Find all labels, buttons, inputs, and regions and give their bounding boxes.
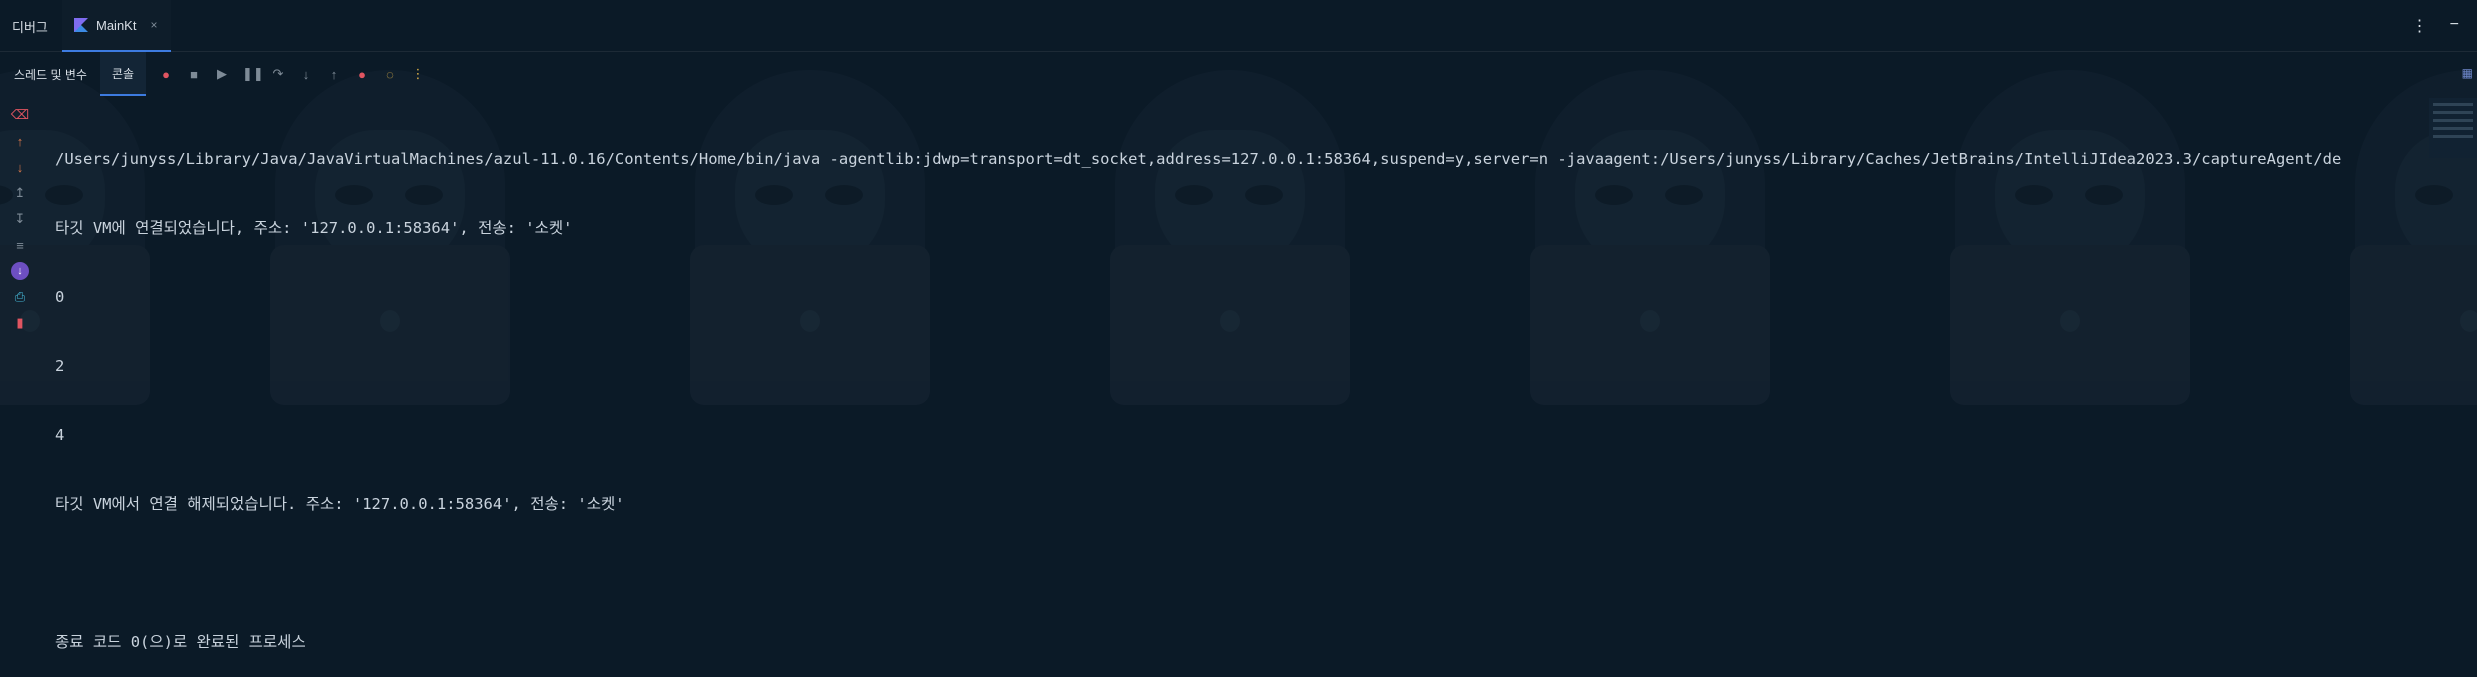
tab-debug[interactable]: 디버그	[12, 0, 48, 52]
trash-icon[interactable]: ▮	[8, 314, 32, 332]
tab-console[interactable]: 콘솔	[100, 52, 147, 96]
stop-icon[interactable]: ■	[186, 67, 202, 82]
debug-tab-bar: 디버그 MainKt × ⋮ −	[0, 0, 2477, 52]
pause-icon[interactable]: ❚❚	[242, 66, 264, 82]
close-icon[interactable]: ×	[150, 18, 157, 32]
step-over-icon[interactable]: ↷	[270, 66, 286, 82]
tab-mainkt[interactable]: MainKt ×	[62, 0, 172, 52]
tab-debug-label: 디버그	[12, 19, 48, 35]
console-line: 종료 코드 0(으)로 완료된 프로세스	[55, 633, 306, 651]
console-line: 타깃 VM에 연결되었습니다, 주소: '127.0.0.1:58364', 전…	[55, 219, 573, 237]
down-arrow-icon[interactable]: ↓	[8, 158, 32, 176]
minimize-icon[interactable]: −	[2450, 16, 2459, 36]
console-line: 타깃 VM에서 연결 해제되었습니다. 주소: '127.0.0.1:58364…	[55, 495, 625, 513]
minimap[interactable]	[2429, 98, 2477, 158]
console-output[interactable]: /Users/junyss/Library/Java/JavaVirtualMa…	[55, 102, 2422, 677]
debug-actions: ● ■ ▶ ❚❚ ↷ ↓ ↑ ● ◌ ⋮	[158, 52, 426, 96]
console-line: 2	[55, 357, 65, 375]
tab-console-label: 콘솔	[112, 66, 135, 81]
restart-debug-icon[interactable]: ●	[158, 67, 174, 82]
console-line: 0	[55, 288, 65, 306]
step-into-icon[interactable]: ↓	[298, 67, 314, 82]
debug-toolbar: 스레드 및 변수 콘솔 ● ■ ▶ ❚❚ ↷ ↓ ↑ ● ◌ ⋮ ▦	[0, 52, 2477, 96]
window-actions: ⋮ −	[2412, 16, 2459, 36]
view-breakpoints-icon[interactable]: ●	[354, 67, 370, 82]
console-line: 4	[55, 426, 65, 444]
kotlin-icon	[74, 18, 88, 32]
layout-icon[interactable]: ▦	[2462, 66, 2473, 80]
print-icon[interactable]: ⎙	[8, 288, 32, 306]
console-line: /Users/junyss/Library/Java/JavaVirtualMa…	[55, 150, 2342, 168]
soft-wrap-icon[interactable]: ≡	[8, 236, 32, 254]
clear-icon[interactable]: ⌫	[8, 106, 32, 124]
more-options-icon[interactable]: ⋮	[2412, 16, 2428, 36]
tab-threads-variables[interactable]: 스레드 및 변수	[14, 52, 87, 96]
scroll-down-icon[interactable]: ↧	[8, 210, 32, 228]
debug-status-icon[interactable]: ↓	[11, 262, 29, 280]
scroll-up-icon[interactable]: ↥	[8, 184, 32, 202]
resume-icon[interactable]: ▶	[214, 66, 230, 82]
step-out-icon[interactable]: ↑	[326, 67, 342, 82]
up-arrow-icon[interactable]: ↑	[8, 132, 32, 150]
more-icon[interactable]: ⋮	[410, 66, 426, 82]
mute-breakpoints-icon[interactable]: ◌	[382, 67, 398, 82]
tab-threads-variables-label: 스레드 및 변수	[14, 67, 87, 82]
tab-mainkt-label: MainKt	[96, 17, 137, 33]
console-gutter: ⌫ ↑ ↓ ↥ ↧ ≡ ↓ ⎙ ▮	[8, 106, 32, 332]
